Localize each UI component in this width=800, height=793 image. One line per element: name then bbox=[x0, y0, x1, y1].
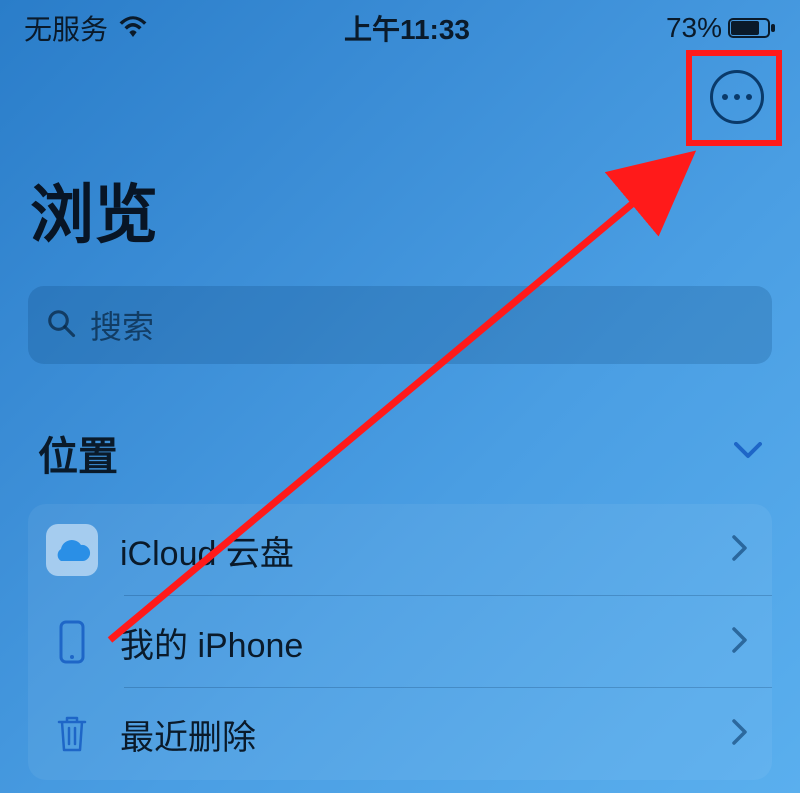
list-item-label: iCloud 云盘 bbox=[120, 526, 710, 575]
chevron-down-icon bbox=[734, 442, 762, 465]
list-item-label: 我的 iPhone bbox=[120, 618, 710, 667]
wifi-icon bbox=[118, 12, 148, 44]
carrier-text: 无服务 bbox=[24, 8, 108, 48]
more-options-button[interactable] bbox=[710, 70, 764, 124]
trash-icon bbox=[46, 708, 98, 760]
search-input[interactable]: 搜索 bbox=[28, 286, 772, 364]
list-item-label: 最近删除 bbox=[120, 710, 710, 759]
chevron-right-icon bbox=[732, 535, 748, 566]
battery-percent: 73% bbox=[666, 12, 722, 44]
search-icon bbox=[46, 308, 76, 343]
list-item-recently-deleted[interactable]: 最近删除 bbox=[28, 688, 772, 780]
chevron-right-icon bbox=[732, 719, 748, 750]
ellipsis-icon bbox=[722, 94, 728, 100]
list-item-iphone[interactable]: 我的 iPhone bbox=[28, 596, 772, 688]
chevron-right-icon bbox=[732, 627, 748, 658]
status-bar: 无服务 上午11:33 73% bbox=[0, 0, 800, 52]
search-placeholder: 搜索 bbox=[90, 302, 154, 348]
clock-text: 上午11:33 bbox=[344, 8, 470, 48]
list-item-icloud[interactable]: iCloud 云盘 bbox=[28, 504, 772, 596]
cloud-icon bbox=[46, 524, 98, 576]
battery-icon bbox=[728, 17, 776, 39]
section-header-locations[interactable]: 位置 bbox=[0, 374, 800, 498]
page-title: 浏览 bbox=[0, 134, 800, 276]
phone-icon bbox=[46, 616, 98, 668]
section-title: 位置 bbox=[38, 424, 118, 482]
locations-list: iCloud 云盘 我的 iPhone 最近删除 bbox=[28, 504, 772, 780]
